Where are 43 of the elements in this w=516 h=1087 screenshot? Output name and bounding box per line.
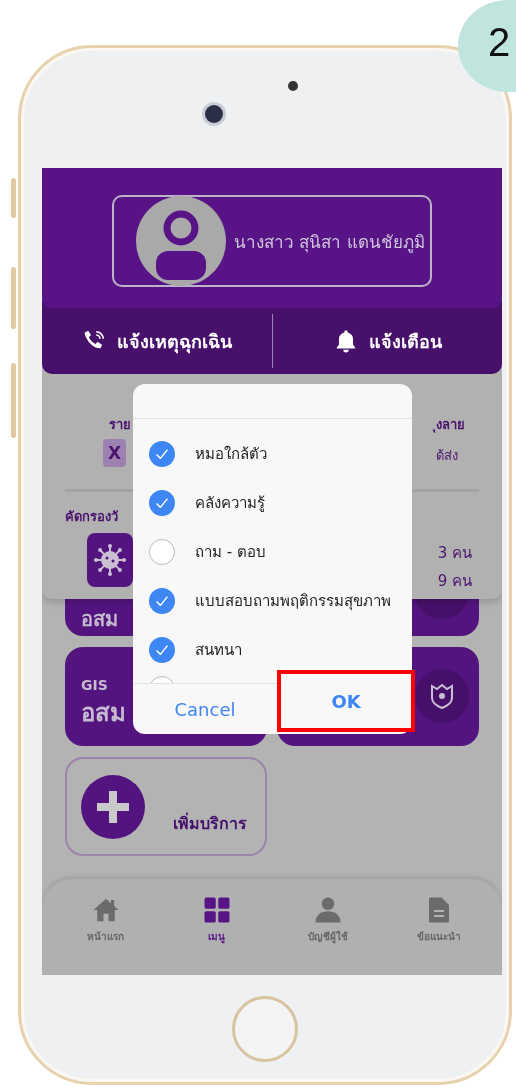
option-checkbox[interactable] xyxy=(149,538,175,565)
profile-card[interactable]: นางสาว สุนิสา แดนชัยภูมิ xyxy=(112,195,432,287)
service-title: อสม xyxy=(81,607,118,631)
option-checkbox[interactable] xyxy=(149,587,175,614)
option-label: หมอใกล้ตัว xyxy=(195,443,267,465)
option-item[interactable]: แบบสอบถามพฤติกรรมสุขภาพ xyxy=(133,576,412,625)
user-icon xyxy=(312,895,343,925)
user-name: นางสาว สุนิสา แดนชัยภูมิ xyxy=(234,230,425,255)
option-item[interactable]: หมอใกล้ตัว xyxy=(133,429,412,478)
people-count: 9 คน xyxy=(437,571,472,592)
virus-tile[interactable] xyxy=(87,533,133,587)
option-item[interactable]: คลังความรู้ xyxy=(133,478,412,527)
service-subtitle: GIS xyxy=(81,677,108,693)
option-checkbox[interactable] xyxy=(149,440,175,467)
option-item[interactable]: ถาม - ตอบ xyxy=(133,527,412,576)
check-icon xyxy=(156,595,168,606)
section-title: คัดกรองวั xyxy=(65,508,119,526)
option-checkbox[interactable] xyxy=(149,636,175,663)
add-service-label: เพิ่มบริการ xyxy=(173,811,247,835)
check-icon xyxy=(156,497,168,508)
people-count: 3 คน xyxy=(437,543,472,564)
action-button[interactable]: แจ้งเหตุฉุกเฉิน xyxy=(42,326,272,356)
nav-tab[interactable]: เมนู xyxy=(171,895,262,944)
speaker-dot xyxy=(288,81,298,91)
action-button[interactable]: แจ้งเตือน xyxy=(272,326,502,356)
option-label: สนทนา xyxy=(195,639,242,661)
summary-value: ด้ส่ง xyxy=(436,447,458,465)
add-service-card[interactable]: เพิ่มบริการ xyxy=(65,757,267,856)
option-label: แบบสอบถามพฤติกรรมสุขภาพ xyxy=(195,590,391,613)
option-checkbox[interactable] xyxy=(149,489,175,516)
summary-label: ราย xyxy=(109,417,131,432)
plus-icon xyxy=(97,790,129,823)
check-icon xyxy=(156,644,168,655)
service-title: อสม xyxy=(81,698,126,729)
avatar-icon xyxy=(136,196,226,286)
check-icon xyxy=(156,448,168,459)
option-label: คลังความรู้ xyxy=(195,492,265,514)
option-label: ถาม - ตอบ xyxy=(195,541,266,563)
shield-icon xyxy=(429,683,455,709)
camera-lens xyxy=(205,105,223,123)
status-badge: X xyxy=(103,439,127,467)
virus-icon xyxy=(93,543,127,577)
step-number-badge: 2 xyxy=(458,0,516,92)
